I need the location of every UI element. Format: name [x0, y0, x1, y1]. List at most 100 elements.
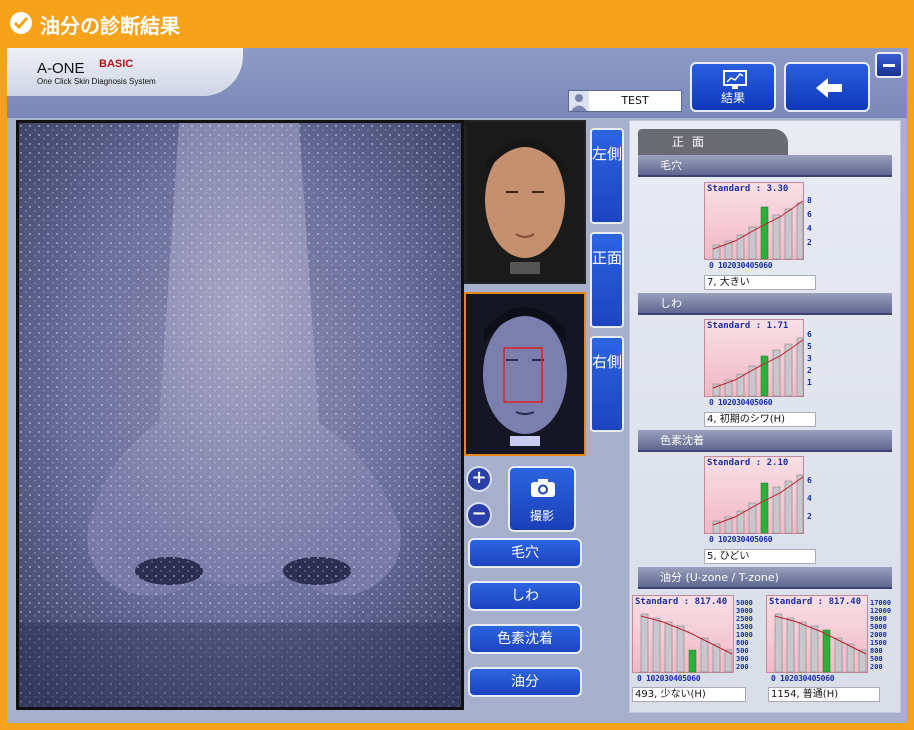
- y-tick: 3: [807, 354, 812, 363]
- oil-u-zone-chart: Standard : 817.40 0 102030405060 5000 30…: [632, 595, 764, 685]
- pores-result-value: 7, 大きい: [704, 275, 816, 290]
- minimize-icon: [883, 64, 895, 67]
- y-tick: 4: [807, 224, 812, 233]
- pigment-result-bar: [760, 482, 769, 534]
- y-tick: 500: [870, 655, 883, 663]
- oil-t-zone-standard: Standard : 817.40: [769, 597, 862, 607]
- minimize-button[interactable]: [875, 52, 903, 78]
- pigment-chart-plot: Standard : 2.10 0 102030405060: [704, 456, 804, 544]
- results-tab-front[interactable]: 正面: [638, 129, 788, 155]
- wrinkles-chart-plot: Standard : 1.71 0 102030405060: [704, 319, 804, 407]
- y-tick: 200: [870, 663, 883, 671]
- y-tick: 2500: [736, 615, 753, 623]
- logo-name: A-ONE: [37, 60, 85, 77]
- result-button-label: 結果: [720, 91, 745, 105]
- y-tick: 2: [807, 366, 812, 375]
- y-tick: 2000: [870, 631, 887, 639]
- result-button[interactable]: 結果: [690, 62, 776, 112]
- pores-chart-plot: Standard : 3.30 0 102030405060: [704, 182, 804, 270]
- y-tick: 800: [870, 647, 883, 655]
- pores-x-axis: 0 102030405060: [709, 261, 773, 270]
- user-box: TEST: [568, 90, 682, 112]
- y-tick: 5: [807, 342, 812, 351]
- thumbnail-uv-selected[interactable]: [464, 292, 586, 456]
- app-window: A-ONE BASIC One Click Skin Diagnosis Sys…: [7, 48, 907, 723]
- y-tick: 2: [807, 512, 812, 521]
- section-wrinkles-title: しわ: [638, 293, 892, 315]
- plus-icon: +: [471, 467, 487, 488]
- pigment-chart: Standard : 2.10 0 102030405060 6 4 2: [704, 456, 822, 546]
- tab-left-side[interactable]: 左側: [590, 128, 624, 224]
- wrinkles-standard: Standard : 1.71: [707, 321, 789, 331]
- wrinkles-x-axis: 0 102030405060: [709, 398, 773, 407]
- logo-tagline: One Click Skin Diagnosis System: [37, 77, 156, 86]
- window-titlebar: 油分の診断結果: [0, 0, 914, 48]
- y-tick: 300: [736, 655, 749, 663]
- capture-label: 撮影: [529, 509, 554, 523]
- thumbnail-visible[interactable]: [464, 120, 586, 284]
- section-oil-title: 油分 (U-zone / T-zone): [638, 567, 892, 589]
- y-tick: 8: [807, 196, 812, 205]
- pigment-x-axis: 0 102030405060: [709, 535, 773, 544]
- results-panel: 正面 毛穴 Standard : 3.30 0 102030405060 8 6…: [629, 120, 901, 713]
- pores-standard: Standard : 3.30: [707, 184, 789, 194]
- category-wrinkles-button[interactable]: しわ: [468, 581, 582, 611]
- capture-button[interactable]: 撮影: [508, 466, 576, 532]
- camera-icon: [531, 479, 555, 497]
- minus-icon: −: [471, 503, 487, 524]
- oil-t-zone-y-axis: 17000 12000 9000 5000 2000 1500 800 500 …: [870, 599, 900, 671]
- workarea: 左側 正面 右側 + − 撮影 毛穴 しわ 色素沈着 油分 正面 毛穴 Stan…: [7, 118, 907, 723]
- back-button[interactable]: [784, 62, 870, 112]
- oil-t-zone-plot: Standard : 817.40 0 102030405060: [766, 595, 868, 683]
- y-tick: 9000: [870, 615, 887, 623]
- oil-u-zone-result-value: 493, 少ない(H): [632, 687, 746, 702]
- y-tick: 5000: [736, 599, 753, 607]
- pigment-standard: Standard : 2.10: [707, 458, 789, 468]
- y-tick: 1500: [736, 623, 753, 631]
- y-tick: 200: [736, 663, 749, 671]
- zoom-in-button[interactable]: +: [466, 466, 492, 492]
- user-icon: [569, 91, 589, 111]
- y-tick: 1500: [870, 639, 887, 647]
- pores-chart: Standard : 3.30 0 102030405060 8 6 4 2: [704, 182, 822, 272]
- pores-result-bar: [760, 206, 769, 260]
- logo: A-ONE BASIC One Click Skin Diagnosis Sys…: [7, 48, 243, 96]
- y-tick: 4: [807, 494, 812, 503]
- y-tick: 12000: [870, 607, 892, 615]
- oil-u-zone-x-axis: 0 102030405060: [637, 674, 701, 683]
- wrinkles-chart: Standard : 1.71 0 102030405060 6 5 3 2 1: [704, 319, 822, 409]
- y-tick: 6: [807, 330, 812, 339]
- window-title: 油分の診断結果: [40, 14, 180, 38]
- oil-u-zone-standard: Standard : 817.40: [635, 597, 728, 607]
- oil-t-zone-result-value: 1154, 普通(H): [768, 687, 880, 702]
- tab-front[interactable]: 正面: [590, 232, 624, 328]
- section-pores-title: 毛穴: [638, 155, 892, 177]
- y-tick: 3000: [736, 607, 753, 615]
- y-tick: 6: [807, 476, 812, 485]
- check-icon: [10, 12, 32, 34]
- zoom-out-button[interactable]: −: [466, 502, 492, 528]
- oil-u-zone-plot: Standard : 817.40 0 102030405060: [632, 595, 734, 683]
- user-name: TEST: [621, 94, 649, 107]
- y-tick: 6: [807, 210, 812, 219]
- y-tick: 500: [736, 647, 749, 655]
- section-pigment-title: 色素沈着: [638, 430, 892, 452]
- magnified-skin-image: [16, 120, 464, 710]
- oil-u-zone-y-axis: 5000 3000 2500 1500 1000 800 500 300 200: [736, 599, 762, 671]
- y-tick: 1000: [736, 631, 753, 639]
- logo-edition: BASIC: [99, 58, 134, 70]
- y-tick: 1: [807, 378, 812, 387]
- pigment-result-value: 5, ひどい: [704, 549, 816, 564]
- oil-t-zone-chart: Standard : 817.40 0 102030405060 17000 1…: [766, 595, 900, 685]
- y-tick: 5000: [870, 623, 887, 631]
- wrinkles-y-axis: 6 5 3 2 1: [807, 329, 821, 391]
- y-tick: 17000: [870, 599, 892, 607]
- pigment-y-axis: 6 4 2: [807, 472, 821, 534]
- category-pores-button[interactable]: 毛穴: [468, 538, 582, 568]
- pores-y-axis: 8 6 4 2: [807, 194, 821, 256]
- oil-t-zone-x-axis: 0 102030405060: [771, 674, 835, 683]
- category-pigment-button[interactable]: 色素沈着: [468, 624, 582, 654]
- tab-right-side[interactable]: 右側: [590, 336, 624, 432]
- y-tick: 800: [736, 639, 749, 647]
- category-oil-button[interactable]: 油分: [468, 667, 582, 697]
